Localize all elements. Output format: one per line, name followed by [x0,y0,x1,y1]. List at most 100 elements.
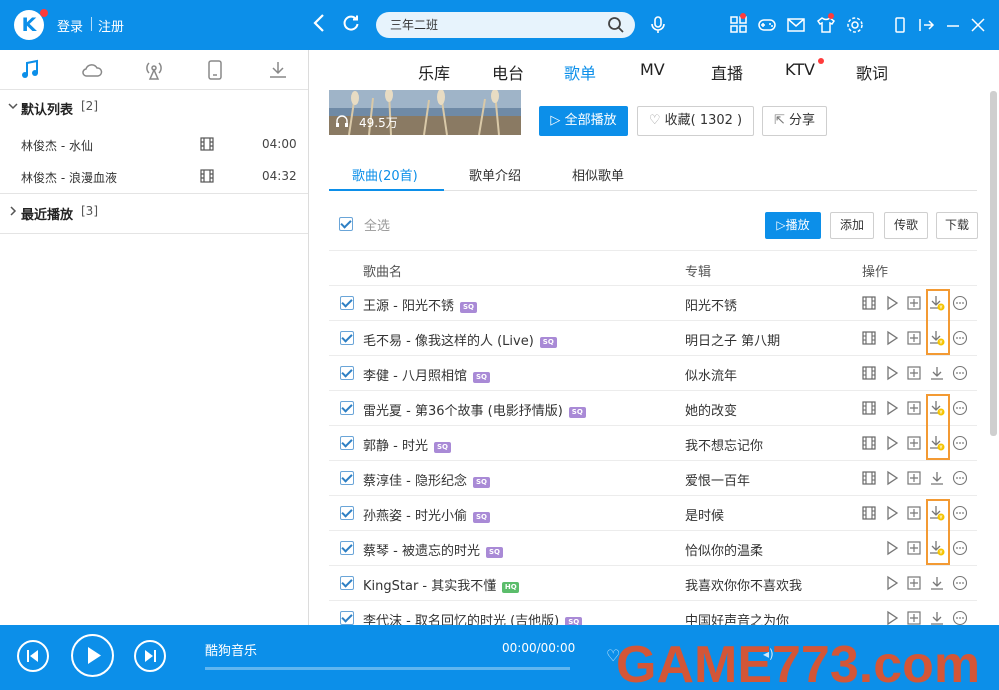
more-options-icon[interactable] [952,610,968,626]
playlist-group-recent[interactable]: 最近播放 [3] [0,196,308,230]
download-icon[interactable] [929,470,945,486]
mv-icon[interactable] [200,169,214,183]
song-title[interactable]: 郭静 - 时光 SQ [363,435,451,454]
play-icon[interactable] [884,610,900,626]
settings-gear-icon[interactable] [845,15,865,35]
play-icon[interactable] [884,435,900,451]
song-title[interactable]: 蔡淳佳 - 隐形纪念 SQ [363,470,490,489]
select-all-checkbox[interactable] [339,217,353,231]
add-to-list-icon[interactable] [906,575,922,591]
table-row[interactable]: 王源 - 阳光不锈 SQ 阳光不锈 ¥ [329,286,977,321]
play-icon[interactable] [884,540,900,556]
tab-ktv[interactable]: KTV [785,60,815,79]
play-icon[interactable] [884,575,900,591]
mini-mode-icon[interactable] [890,15,910,35]
exit-icon[interactable] [916,15,936,35]
register-link[interactable]: 注册 [98,16,124,35]
add-to-list-icon[interactable] [906,435,922,451]
tab-playlist-intro[interactable]: 歌单介绍 [469,165,521,184]
row-checkbox[interactable] [340,331,354,345]
search-input[interactable] [376,12,635,38]
add-button[interactable]: 添加 [830,212,874,239]
cloud-icon[interactable] [81,59,103,81]
row-checkbox[interactable] [340,436,354,450]
more-options-icon[interactable] [952,365,968,381]
mv-icon[interactable] [861,470,877,486]
row-checkbox[interactable] [340,611,354,625]
table-row[interactable]: 孙燕姿 - 时光小偷 SQ 是时候 ¥ [329,496,977,531]
back-icon[interactable] [313,13,325,37]
row-checkbox[interactable] [340,296,354,310]
row-checkbox[interactable] [340,366,354,380]
play-icon[interactable] [884,400,900,416]
add-to-list-icon[interactable] [906,610,922,626]
download-icon[interactable] [929,575,945,591]
tab-lyrics[interactable]: 歌词 [856,60,888,84]
tab-similar-playlists[interactable]: 相似歌单 [572,165,624,184]
download-button[interactable]: 下载 [936,212,978,239]
mv-icon[interactable] [200,137,214,151]
song-title[interactable]: 李健 - 八月照相馆 SQ [363,365,490,384]
more-options-icon[interactable] [952,505,968,521]
table-row[interactable]: 郭静 - 时光 SQ 我不想忘记你 ¥ [329,426,977,461]
row-checkbox[interactable] [340,541,354,555]
download-icon[interactable] [929,365,945,381]
more-options-icon[interactable] [952,435,968,451]
mv-icon[interactable] [861,400,877,416]
tab-live[interactable]: 直播 [711,60,743,84]
more-options-icon[interactable] [952,295,968,311]
play-button[interactable]: ▷播放 [765,212,821,239]
album-name[interactable]: 是时候 [685,505,724,524]
album-name[interactable]: 我喜欢你你不喜欢我 [685,575,802,594]
playlist-cover-image[interactable] [329,90,521,135]
more-options-icon[interactable] [952,575,968,591]
album-name[interactable]: 我不想忘记你 [685,435,763,454]
play-icon[interactable] [884,470,900,486]
search-icon[interactable] [607,16,625,34]
music-note-icon[interactable] [19,59,41,81]
game-icon[interactable] [757,15,777,35]
share-button[interactable]: ⇱ 分享 [762,106,827,136]
sidebar-song-item[interactable]: 林俊杰 - 浪漫血液 04:32 [0,161,308,193]
play-icon[interactable] [884,330,900,346]
song-title[interactable]: 毛不易 - 像我这样的人 (Live) SQ [363,330,557,349]
tab-radio[interactable]: 电台 [492,60,524,84]
sidebar-song-item[interactable]: 林俊杰 - 水仙 04:00 [0,129,308,161]
album-name[interactable]: 她的改变 [685,400,737,419]
favorite-button[interactable]: ♡ 收藏( 1302 ) [637,106,754,136]
album-name[interactable]: 阳光不锈 [685,295,737,314]
play-icon[interactable] [884,365,900,381]
add-to-list-icon[interactable] [906,540,922,556]
add-to-list-icon[interactable] [906,365,922,381]
add-to-list-icon[interactable] [906,470,922,486]
tab-playlist[interactable]: 歌单 [564,60,596,84]
mv-icon[interactable] [861,365,877,381]
play-icon[interactable] [884,295,900,311]
add-to-list-icon[interactable] [906,295,922,311]
add-to-list-icon[interactable] [906,330,922,346]
play-all-button[interactable]: ▷ 全部播放 [539,106,628,136]
add-to-list-icon[interactable] [906,400,922,416]
mv-icon[interactable] [861,295,877,311]
play-pause-button[interactable] [71,634,114,677]
mail-icon[interactable] [786,15,806,35]
table-row[interactable]: KingStar - 其实我不懂 HQ 我喜欢你你不喜欢我 [329,566,977,601]
more-options-icon[interactable] [952,470,968,486]
send-song-button[interactable]: 传歌 [884,212,928,239]
row-checkbox[interactable] [340,471,354,485]
device-icon[interactable] [204,59,226,81]
mv-icon[interactable] [861,505,877,521]
previous-button[interactable] [17,640,49,672]
song-title[interactable]: 雷光夏 - 第36个故事 (电影抒情版) SQ [363,400,586,419]
download-icon[interactable] [267,59,289,81]
radio-broadcast-icon[interactable] [143,59,165,81]
apps-icon[interactable] [729,15,749,35]
tab-library[interactable]: 乐库 [418,60,450,84]
play-icon[interactable] [884,505,900,521]
add-to-list-icon[interactable] [906,505,922,521]
tab-mv[interactable]: MV [640,60,665,79]
refresh-icon[interactable] [341,13,361,37]
table-row[interactable]: 蔡琴 - 被遗忘的时光 SQ 恰似你的温柔 ¥ [329,531,977,566]
more-options-icon[interactable] [952,400,968,416]
song-title[interactable]: 蔡琴 - 被遗忘的时光 SQ [363,540,503,559]
